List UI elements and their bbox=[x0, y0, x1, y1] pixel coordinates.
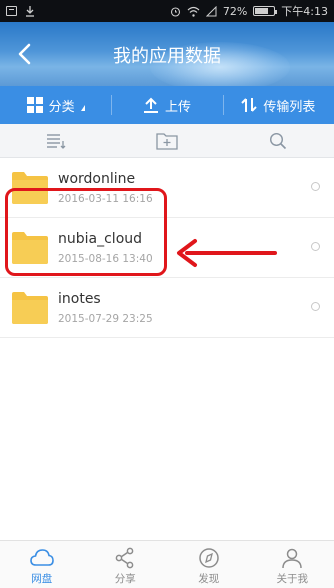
tab-cloud-disk[interactable]: 网盘 bbox=[0, 541, 84, 588]
sort-list-icon bbox=[46, 133, 66, 149]
new-folder-icon bbox=[156, 132, 178, 150]
status-right: 72% 下午4:13 bbox=[170, 3, 328, 19]
grid-icon bbox=[26, 97, 43, 113]
upload-button[interactable]: 上传 bbox=[111, 86, 222, 124]
screenshot-icon bbox=[6, 6, 17, 16]
sort-button[interactable] bbox=[0, 124, 111, 157]
upload-label: 上传 bbox=[164, 99, 191, 115]
tab-label: 网盘 bbox=[31, 573, 53, 585]
battery-percent: 72% bbox=[222, 4, 248, 18]
clock: 下午4:13 bbox=[281, 5, 328, 18]
category-button[interactable]: 分类 bbox=[0, 86, 111, 124]
bottom-tab-bar: 网盘 分享 发现 关于我 bbox=[0, 540, 334, 588]
action-bar bbox=[0, 124, 334, 158]
cloud-icon bbox=[29, 549, 54, 566]
list-item[interactable]: nubia_cloud 2015-08-16 13:40 bbox=[0, 218, 334, 278]
annotation-arrow-icon bbox=[177, 239, 277, 267]
select-radio[interactable] bbox=[311, 182, 320, 191]
wifi-icon bbox=[187, 6, 200, 17]
new-folder-button[interactable] bbox=[111, 124, 222, 157]
app-header: 我的应用数据 bbox=[0, 22, 334, 86]
tab-label: 发现 bbox=[198, 573, 220, 585]
select-radio[interactable] bbox=[311, 302, 320, 311]
file-name: inotes bbox=[58, 291, 101, 307]
file-name: nubia_cloud bbox=[58, 231, 143, 247]
file-date: 2015-08-16 13:40 bbox=[58, 253, 153, 265]
transfer-arrows-icon bbox=[241, 98, 258, 112]
page-title: 我的应用数据 bbox=[113, 46, 221, 67]
battery-icon bbox=[253, 6, 278, 16]
folder-icon bbox=[12, 292, 48, 324]
folder-icon bbox=[12, 172, 48, 204]
share-icon bbox=[115, 547, 134, 569]
list-item[interactable]: wordonline 2016-03-11 16:16 bbox=[0, 158, 334, 218]
download-icon bbox=[26, 5, 34, 17]
tab-about-me[interactable]: 关于我 bbox=[251, 541, 334, 588]
status-bar: 72% 下午4:13 bbox=[0, 0, 334, 22]
battery-fill bbox=[255, 8, 269, 14]
folder-icon bbox=[12, 232, 48, 264]
upload-icon bbox=[143, 97, 158, 113]
compass-icon bbox=[199, 548, 219, 568]
tab-label: 关于我 bbox=[276, 573, 309, 585]
dropdown-triangle-icon bbox=[80, 105, 85, 111]
search-button[interactable] bbox=[223, 124, 334, 157]
transfer-label: 传输列表 bbox=[263, 99, 316, 115]
list-item[interactable]: inotes 2015-07-29 23:25 bbox=[0, 278, 334, 338]
file-list: wordonline 2016-03-11 16:16 nubia_cloud … bbox=[0, 158, 334, 338]
tab-label: 分享 bbox=[114, 573, 136, 585]
tab-share[interactable]: 分享 bbox=[84, 541, 168, 588]
select-radio[interactable] bbox=[311, 242, 320, 251]
signal-icon bbox=[205, 5, 217, 16]
file-date: 2015-07-29 23:25 bbox=[58, 313, 153, 325]
toolbar: 分类 上传 传输列表 bbox=[0, 86, 334, 124]
transfer-list-button[interactable]: 传输列表 bbox=[222, 86, 334, 124]
person-icon bbox=[282, 548, 302, 569]
category-label: 分类 bbox=[48, 99, 75, 115]
alarm-icon bbox=[170, 6, 180, 17]
tab-discover[interactable]: 发现 bbox=[167, 541, 251, 588]
file-name: wordonline bbox=[58, 171, 136, 187]
status-left bbox=[6, 5, 35, 17]
file-date: 2016-03-11 16:16 bbox=[58, 193, 153, 205]
search-icon bbox=[270, 132, 287, 149]
